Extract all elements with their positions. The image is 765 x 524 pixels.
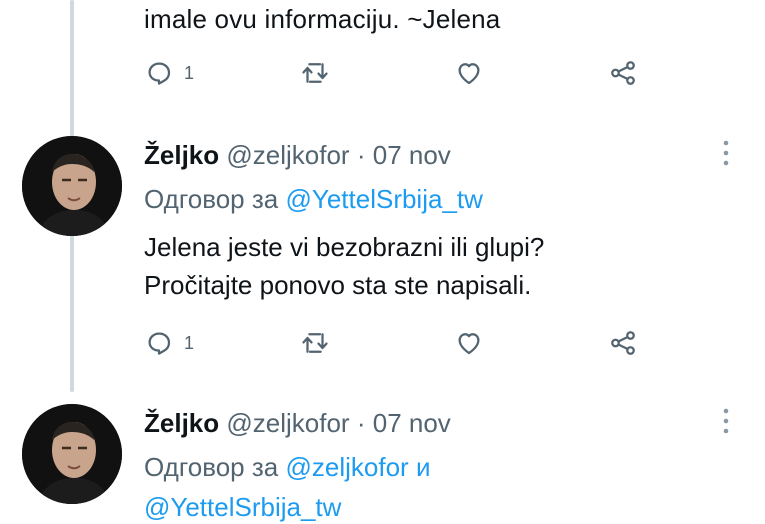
- author-handle[interactable]: @zeljkofor: [226, 140, 349, 170]
- share-icon: [611, 331, 635, 355]
- more-options-icon[interactable]: [714, 406, 738, 436]
- tweet-text: Jelena jeste vi bezobrazni ili glupi? Pr…: [144, 228, 544, 304]
- replying-to: Одговор за @YettelSrbija_tw: [144, 182, 483, 216]
- avatar[interactable]: [22, 404, 122, 504]
- reply-button[interactable]: 1: [144, 58, 194, 88]
- tweet-actions: 1: [140, 328, 660, 364]
- heart-icon: [458, 333, 480, 355]
- mention-link[interactable]: @zeljkofor: [285, 452, 408, 482]
- mention-link[interactable]: @YettelSrbija_tw: [144, 492, 341, 522]
- tweet-actions: 1: [140, 58, 660, 94]
- mention-link[interactable]: @YettelSrbija_tw: [285, 184, 482, 214]
- avatar[interactable]: [22, 136, 122, 236]
- separator: ·: [356, 408, 366, 438]
- reply-button[interactable]: 1: [144, 328, 194, 358]
- retweet-icon: [302, 333, 328, 353]
- share-icon: [611, 61, 635, 85]
- avatar-photo: [22, 404, 122, 504]
- tweet-header: Željko @zeljkofor · 07 nov: [144, 406, 451, 440]
- retweet-icon: [302, 63, 328, 83]
- retweet-button[interactable]: [300, 58, 330, 88]
- tweet-text: imale ovu informaciju. ~Jelena: [144, 4, 501, 34]
- reply-count: 1: [184, 332, 195, 353]
- tweet-header: Željko @zeljkofor · 07 nov: [144, 138, 451, 172]
- author-name[interactable]: Željko: [144, 408, 219, 438]
- heart-icon: [458, 63, 480, 85]
- tweet-date[interactable]: 07 nov: [373, 408, 451, 438]
- avatar-photo: [22, 136, 122, 236]
- share-button[interactable]: [608, 58, 638, 88]
- reply-icon: [148, 332, 171, 355]
- separator: ·: [356, 140, 366, 170]
- share-button[interactable]: [608, 328, 638, 358]
- replying-to-continued: @YettelSrbija_tw: [144, 490, 341, 524]
- replying-join: и: [415, 452, 431, 482]
- replying-prefix: Одговор за: [144, 184, 279, 214]
- author-name[interactable]: Željko: [144, 140, 219, 170]
- author-handle[interactable]: @zeljkofor: [226, 408, 349, 438]
- reply-count: 1: [184, 62, 195, 83]
- like-button[interactable]: [454, 328, 484, 358]
- tweet-line: Pročitajte ponovo sta ste napisali.: [144, 270, 532, 300]
- like-button[interactable]: [454, 58, 484, 88]
- tweet-line: Jelena jeste vi bezobrazni ili glupi?: [144, 232, 545, 262]
- replying-to: Одговор за @zeljkofor и: [144, 450, 430, 484]
- more-options-icon[interactable]: [714, 138, 738, 168]
- replying-prefix: Одговор за: [144, 452, 279, 482]
- tweet-date[interactable]: 07 nov: [373, 140, 451, 170]
- reply-icon: [148, 62, 171, 85]
- retweet-button[interactable]: [300, 328, 330, 358]
